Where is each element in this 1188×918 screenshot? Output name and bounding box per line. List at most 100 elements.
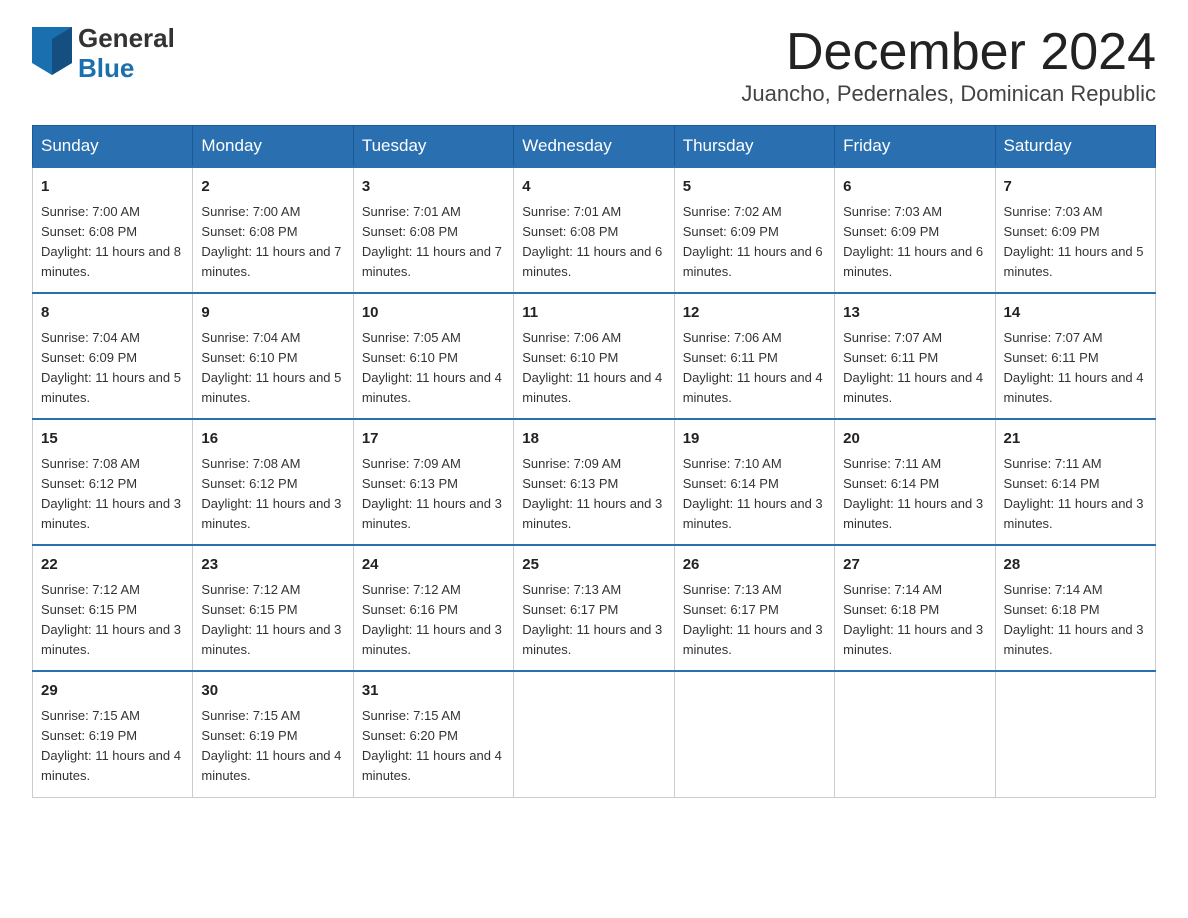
day-info: Sunrise: 7:05 AMSunset: 6:10 PMDaylight:… [362, 328, 505, 409]
day-number: 23 [201, 554, 344, 577]
day-info: Sunrise: 7:01 AMSunset: 6:08 PMDaylight:… [362, 202, 505, 283]
calendar-cell: 31Sunrise: 7:15 AMSunset: 6:20 PMDayligh… [353, 671, 513, 797]
calendar-cell: 15Sunrise: 7:08 AMSunset: 6:12 PMDayligh… [33, 419, 193, 545]
location-title: Juancho, Pedernales, Dominican Republic [741, 81, 1156, 107]
day-info: Sunrise: 7:07 AMSunset: 6:11 PMDaylight:… [1004, 328, 1147, 409]
page-header: General Blue December 2024 Juancho, Pede… [32, 24, 1156, 107]
day-number: 26 [683, 554, 826, 577]
day-number: 24 [362, 554, 505, 577]
day-number: 10 [362, 302, 505, 325]
day-info: Sunrise: 7:13 AMSunset: 6:17 PMDaylight:… [683, 580, 826, 661]
day-number: 1 [41, 176, 184, 199]
calendar-week-5: 29 Sunrise: 7:15 AMSunset: 6:19 PMDayligh… [33, 671, 1156, 797]
day-number: 17 [362, 428, 505, 451]
day-number: 19 [683, 428, 826, 451]
day-info: Sunrise: 7:14 AMSunset: 6:18 PMDaylight:… [843, 580, 986, 661]
day-info: Sunrise: 7:06 AMSunset: 6:11 PMDaylight:… [683, 328, 826, 409]
calendar-cell: 25 Sunrise: 7:13 AMSunset: 6:17 PMDayligh… [514, 545, 674, 671]
day-number: 11 [522, 302, 665, 325]
day-number: 13 [843, 302, 986, 325]
day-info: Sunrise: 7:06 AMSunset: 6:10 PMDaylight:… [522, 328, 665, 409]
calendar-cell: 20Sunrise: 7:11 AMSunset: 6:14 PMDayligh… [835, 419, 995, 545]
calendar-cell [514, 671, 674, 797]
calendar-body: 1 Sunrise: 7:00 AMSunset: 6:08 PMDaylight… [33, 167, 1156, 797]
day-info: Sunrise: 7:15 AMSunset: 6:19 PMDaylight:… [201, 706, 344, 787]
calendar-cell: 4Sunrise: 7:01 AMSunset: 6:08 PMDaylight… [514, 167, 674, 293]
day-number: 9 [201, 302, 344, 325]
calendar-cell: 29Sunrise: 7:15 AMSunset: 6:19 PMDayligh… [33, 671, 193, 797]
calendar-cell: 24 Sunrise: 7:12 AMSunset: 6:16 PMDayligh… [353, 545, 513, 671]
day-info: Sunrise: 7:08 AMSunset: 6:12 PMDaylight:… [201, 454, 344, 535]
calendar-cell: 8Sunrise: 7:04 AMSunset: 6:09 PMDaylight… [33, 293, 193, 419]
calendar-week-4: 22 Sunrise: 7:12 AMSunset: 6:15 PMDayligh… [33, 545, 1156, 671]
calendar-cell: 11 Sunrise: 7:06 AMSunset: 6:10 PMDayligh… [514, 293, 674, 419]
day-info: Sunrise: 7:12 AMSunset: 6:16 PMDaylight:… [362, 580, 505, 661]
day-number: 29 [41, 680, 184, 703]
day-number: 2 [201, 176, 344, 199]
day-number: 4 [522, 176, 665, 199]
calendar-table: SundayMondayTuesdayWednesdayThursdayFrid… [32, 125, 1156, 797]
calendar-cell: 16 Sunrise: 7:08 AMSunset: 6:12 PMDayligh… [193, 419, 353, 545]
calendar-cell: 18 Sunrise: 7:09 AMSunset: 6:13 PMDayligh… [514, 419, 674, 545]
day-number: 12 [683, 302, 826, 325]
day-info: Sunrise: 7:10 AMSunset: 6:14 PMDaylight:… [683, 454, 826, 535]
day-number: 6 [843, 176, 986, 199]
calendar-header-thursday: Thursday [674, 126, 834, 168]
day-number: 20 [843, 428, 986, 451]
logo-icon [32, 27, 72, 80]
day-number: 22 [41, 554, 184, 577]
calendar-cell: 22 Sunrise: 7:12 AMSunset: 6:15 PMDayligh… [33, 545, 193, 671]
day-info: Sunrise: 7:12 AMSunset: 6:15 PMDaylight:… [201, 580, 344, 661]
day-number: 27 [843, 554, 986, 577]
day-info: Sunrise: 7:11 AMSunset: 6:14 PMDaylight:… [1004, 454, 1147, 535]
day-number: 25 [522, 554, 665, 577]
calendar-cell: 30 Sunrise: 7:15 AMSunset: 6:19 PMDayligh… [193, 671, 353, 797]
day-number: 3 [362, 176, 505, 199]
calendar-cell: 17 Sunrise: 7:09 AMSunset: 6:13 PMDayligh… [353, 419, 513, 545]
day-info: Sunrise: 7:13 AMSunset: 6:17 PMDaylight:… [522, 580, 665, 661]
calendar-cell: 9 Sunrise: 7:04 AMSunset: 6:10 PMDaylight… [193, 293, 353, 419]
calendar-header-saturday: Saturday [995, 126, 1155, 168]
day-info: Sunrise: 7:02 AMSunset: 6:09 PMDaylight:… [683, 202, 826, 283]
calendar-cell [835, 671, 995, 797]
day-info: Sunrise: 7:00 AMSunset: 6:08 PMDaylight:… [201, 202, 344, 283]
day-info: Sunrise: 7:14 AMSunset: 6:18 PMDaylight:… [1004, 580, 1147, 661]
calendar-header-row: SundayMondayTuesdayWednesdayThursdayFrid… [33, 126, 1156, 168]
calendar-week-2: 8Sunrise: 7:04 AMSunset: 6:09 PMDaylight… [33, 293, 1156, 419]
day-number: 5 [683, 176, 826, 199]
month-title: December 2024 [741, 24, 1156, 81]
day-number: 28 [1004, 554, 1147, 577]
calendar-cell: 5 Sunrise: 7:02 AMSunset: 6:09 PMDaylight… [674, 167, 834, 293]
day-info: Sunrise: 7:00 AMSunset: 6:08 PMDaylight:… [41, 202, 184, 283]
calendar-header-tuesday: Tuesday [353, 126, 513, 168]
day-info: Sunrise: 7:09 AMSunset: 6:13 PMDaylight:… [362, 454, 505, 535]
day-info: Sunrise: 7:09 AMSunset: 6:13 PMDaylight:… [522, 454, 665, 535]
calendar-cell: 26 Sunrise: 7:13 AMSunset: 6:17 PMDayligh… [674, 545, 834, 671]
day-info: Sunrise: 7:03 AMSunset: 6:09 PMDaylight:… [843, 202, 986, 283]
day-info: Sunrise: 7:12 AMSunset: 6:15 PMDaylight:… [41, 580, 184, 661]
day-number: 7 [1004, 176, 1147, 199]
day-info: Sunrise: 7:03 AMSunset: 6:09 PMDaylight:… [1004, 202, 1147, 283]
calendar-cell [674, 671, 834, 797]
day-number: 18 [522, 428, 665, 451]
day-info: Sunrise: 7:04 AMSunset: 6:09 PMDaylight:… [41, 328, 184, 409]
calendar-header-wednesday: Wednesday [514, 126, 674, 168]
calendar-cell: 28 Sunrise: 7:14 AMSunset: 6:18 PMDayligh… [995, 545, 1155, 671]
day-info: Sunrise: 7:04 AMSunset: 6:10 PMDaylight:… [201, 328, 344, 409]
calendar-week-3: 15Sunrise: 7:08 AMSunset: 6:12 PMDayligh… [33, 419, 1156, 545]
calendar-cell: 27 Sunrise: 7:14 AMSunset: 6:18 PMDayligh… [835, 545, 995, 671]
day-number: 16 [201, 428, 344, 451]
calendar-cell: 12 Sunrise: 7:06 AMSunset: 6:11 PMDayligh… [674, 293, 834, 419]
day-info: Sunrise: 7:08 AMSunset: 6:12 PMDaylight:… [41, 454, 184, 535]
calendar-header-monday: Monday [193, 126, 353, 168]
logo: General Blue [32, 24, 175, 84]
calendar-week-1: 1 Sunrise: 7:00 AMSunset: 6:08 PMDaylight… [33, 167, 1156, 293]
calendar-cell: 1 Sunrise: 7:00 AMSunset: 6:08 PMDaylight… [33, 167, 193, 293]
day-number: 30 [201, 680, 344, 703]
day-info: Sunrise: 7:15 AMSunset: 6:20 PMDaylight:… [362, 706, 505, 787]
day-number: 21 [1004, 428, 1147, 451]
logo-blue-text: Blue [78, 54, 175, 84]
day-info: Sunrise: 7:07 AMSunset: 6:11 PMDaylight:… [843, 328, 986, 409]
day-number: 14 [1004, 302, 1147, 325]
title-section: December 2024 Juancho, Pedernales, Domin… [741, 24, 1156, 107]
